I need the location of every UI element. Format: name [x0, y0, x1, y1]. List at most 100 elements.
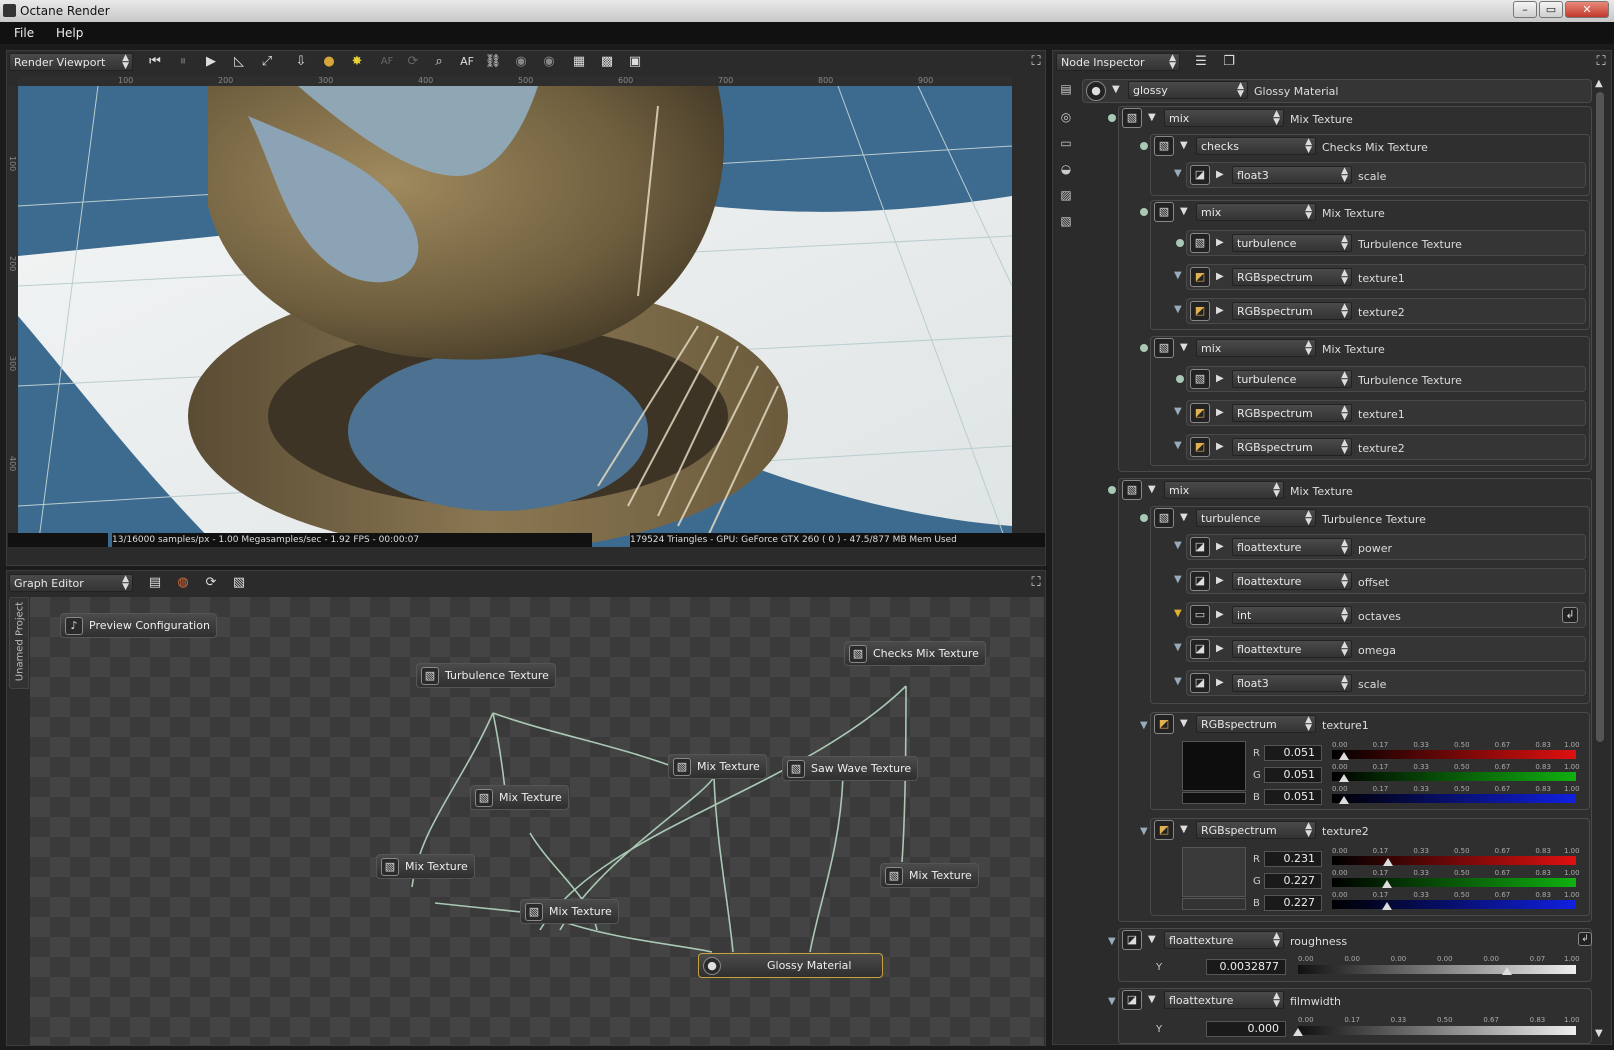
- pin-dot[interactable]: [1140, 142, 1148, 150]
- pin-triangle-icon[interactable]: ▼: [1140, 720, 1148, 731]
- graph-maximize-icon[interactable]: ⛶: [1027, 574, 1045, 592]
- reset-icon[interactable]: ↲: [1578, 932, 1592, 946]
- texture-icon[interactable]: ▧: [1122, 480, 1142, 500]
- channel-slider-thumb[interactable]: [1382, 902, 1393, 910]
- mix1b-row-combo[interactable]: RGBspectrum ▲ ▼: [1232, 438, 1352, 456]
- film-icon[interactable]: ▭: [1058, 136, 1074, 152]
- value-slider-bar[interactable]: [1298, 1026, 1576, 1035]
- collapse-triangle-icon[interactable]: ▼: [1180, 206, 1188, 217]
- texture-icon[interactable]: ▧: [1190, 369, 1210, 389]
- mix2-type-combo[interactable]: mix ▲ ▼: [1164, 481, 1284, 499]
- texture2-color-swatch[interactable]: [1182, 847, 1246, 897]
- maximize-button[interactable]: ▭: [1539, 1, 1563, 18]
- render-image[interactable]: [18, 86, 1012, 547]
- node-mix-texture-e[interactable]: ▧ Mix Texture: [520, 899, 619, 924]
- rotate-icon[interactable]: ⟳: [404, 53, 422, 71]
- mix1a-row-combo[interactable]: RGBspectrum ▲ ▼: [1232, 268, 1352, 286]
- mix1b-row-combo[interactable]: RGBspectrum ▲ ▼: [1232, 404, 1352, 422]
- node-mix-texture-b[interactable]: ▧ Mix Texture: [470, 785, 569, 810]
- texture-icon[interactable]: ▧: [1122, 108, 1142, 128]
- expand-triangle-icon[interactable]: ▶: [1216, 677, 1224, 688]
- render-target-icon[interactable]: ▤: [1058, 82, 1074, 98]
- channel-slider-thumb[interactable]: [1339, 796, 1350, 804]
- value-icon[interactable]: ◪: [1190, 537, 1210, 557]
- camera-icon[interactable]: ◎: [1058, 110, 1074, 126]
- play-icon[interactable]: ▶: [202, 53, 220, 71]
- af-icon[interactable]: AF: [458, 53, 476, 71]
- channel-slider-bar[interactable]: [1332, 900, 1576, 909]
- pin-dot[interactable]: [1140, 344, 1148, 352]
- collapse-triangle-icon[interactable]: ▼: [1180, 342, 1188, 353]
- spectrum-icon[interactable]: ◩: [1154, 714, 1174, 734]
- roughness-input[interactable]: 0.0032877: [1206, 959, 1286, 975]
- channel-slider-bar[interactable]: [1332, 878, 1576, 887]
- collapse-triangle-icon[interactable]: ▼: [1180, 824, 1188, 835]
- menu-file[interactable]: File: [14, 26, 34, 40]
- expand-triangle-icon[interactable]: ▶: [1216, 407, 1224, 418]
- pick-focus-icon[interactable]: ⇩: [292, 53, 310, 71]
- pin-triangle-icon[interactable]: ▼: [1174, 574, 1182, 585]
- mix1-type-combo[interactable]: mix ▲ ▼: [1164, 109, 1284, 127]
- expand-triangle-icon[interactable]: ▶: [1216, 441, 1224, 452]
- scroll-up-icon[interactable]: ▲: [1595, 78, 1603, 89]
- collapse-triangle-icon[interactable]: ▼: [1180, 512, 1188, 523]
- pin-triangle-icon[interactable]: ▼: [1174, 304, 1182, 315]
- node-checks-mix-texture[interactable]: ▧ Checks Mix Texture: [844, 641, 986, 666]
- inspector-list-icon[interactable]: ☰: [1192, 53, 1210, 71]
- texture-icon[interactable]: ▧: [1154, 338, 1174, 358]
- texture2-b-input[interactable]: 0.227: [1264, 895, 1322, 911]
- light-icon[interactable]: ✸: [348, 53, 366, 71]
- collapse-triangle-icon[interactable]: ▼: [1148, 112, 1156, 123]
- spectrum-icon[interactable]: ◩: [1154, 820, 1174, 840]
- expand-triangle-icon[interactable]: ▶: [1216, 237, 1224, 248]
- turbulence-row-combo[interactable]: float3 ▲ ▼: [1232, 674, 1352, 692]
- scroll-thumb[interactable]: [1596, 92, 1604, 742]
- pin-triangle-icon[interactable]: ▼: [1174, 608, 1182, 619]
- value-slider-thumb[interactable]: [1293, 1028, 1303, 1036]
- value-icon[interactable]: ◪: [1190, 571, 1210, 591]
- texture1-b-input[interactable]: 0.051: [1264, 789, 1322, 805]
- pin-triangle-icon[interactable]: ▼: [1174, 676, 1182, 687]
- mix1a-type-combo[interactable]: mix ▲ ▼: [1196, 203, 1316, 221]
- channel-slider-bar[interactable]: [1332, 772, 1576, 781]
- expand-triangle-icon[interactable]: ▶: [1216, 609, 1224, 620]
- value-icon[interactable]: ◪: [1122, 930, 1142, 950]
- spectrum-icon[interactable]: ◩: [1190, 301, 1210, 321]
- texture1-r-input[interactable]: 0.051: [1264, 745, 1322, 761]
- node-mix-texture-c[interactable]: ▧ Mix Texture: [376, 854, 475, 879]
- pin-dot[interactable]: [1108, 486, 1116, 494]
- texture-icon[interactable]: ▧: [1154, 202, 1174, 222]
- texture2-g-input[interactable]: 0.227: [1264, 873, 1322, 889]
- zoom-fit-icon[interactable]: ⤢: [258, 53, 276, 71]
- spectrum-icon[interactable]: ◩: [1190, 267, 1210, 287]
- close-button[interactable]: ✕: [1565, 1, 1609, 18]
- material-icon[interactable]: ●: [1086, 81, 1106, 101]
- pin-triangle-icon[interactable]: ▼: [1108, 996, 1116, 1007]
- texture-icon[interactable]: ▧: [1154, 136, 1174, 156]
- pin-triangle-icon[interactable]: ▼: [1174, 270, 1182, 281]
- checks-scale-combo[interactable]: float3 ▲ ▼: [1232, 166, 1352, 184]
- roughness-type-combo[interactable]: floattexture ▲ ▼: [1164, 931, 1284, 949]
- inspector-panel-combo[interactable]: Node Inspector ▲ ▼: [1056, 53, 1180, 71]
- expand-triangle-icon[interactable]: ▶: [1216, 305, 1224, 316]
- turbulence-row-combo[interactable]: floattexture ▲ ▼: [1232, 538, 1352, 556]
- pin-dot[interactable]: [1176, 239, 1184, 247]
- reset-icon[interactable]: ↲: [1562, 607, 1578, 623]
- inspector-maximize-icon[interactable]: ⛶: [1592, 53, 1610, 71]
- value-slider-bar[interactable]: [1298, 965, 1576, 974]
- channel-slider-bar[interactable]: [1332, 856, 1576, 865]
- graph-panel-combo[interactable]: Graph Editor ▲ ▼: [9, 574, 133, 592]
- texture1-g-input[interactable]: 0.051: [1264, 767, 1322, 783]
- pin-triangle-icon[interactable]: ▼: [1174, 440, 1182, 451]
- filmwidth-type-combo[interactable]: floattexture ▲ ▼: [1164, 991, 1284, 1009]
- texture2-r-input[interactable]: 0.231: [1264, 851, 1322, 867]
- pin-dot[interactable]: [1108, 114, 1116, 122]
- value-icon[interactable]: ◪: [1190, 639, 1210, 659]
- collapse-triangle-icon[interactable]: ▼: [1180, 718, 1188, 729]
- turbulence-row-combo[interactable]: int ▲ ▼: [1232, 606, 1352, 624]
- graph-canvas[interactable]: ♪ Preview Configuration ▧ Turbulence Textu…: [30, 597, 1044, 1045]
- node-glossy-material[interactable]: ● Glossy Material: [698, 953, 883, 978]
- viewport-maximize-icon[interactable]: ⛶: [1027, 53, 1045, 71]
- grid-c-icon[interactable]: ▣: [626, 53, 644, 71]
- spectrum-icon[interactable]: ◩: [1190, 437, 1210, 457]
